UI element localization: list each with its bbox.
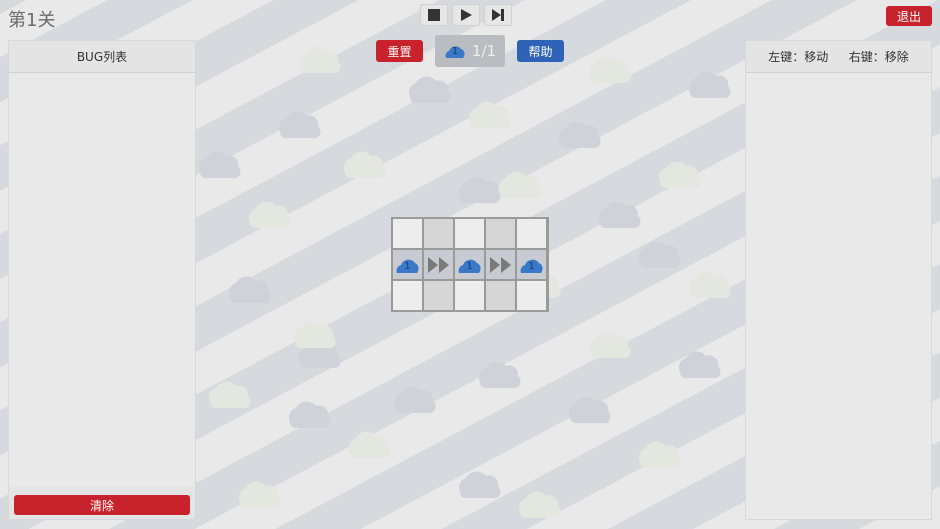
empty-tile[interactable] xyxy=(423,280,454,311)
conveyor-tile[interactable] xyxy=(485,249,516,280)
playback-controls xyxy=(420,4,512,26)
bug-list-title: BUG列表 xyxy=(9,41,195,73)
empty-tile[interactable] xyxy=(516,218,547,249)
control-hints: 左键：移动 右键：移除 xyxy=(746,41,931,73)
empty-tile[interactable] xyxy=(485,218,516,249)
clear-button[interactable]: 清除 xyxy=(14,495,190,515)
step-button[interactable] xyxy=(484,4,512,26)
reset-button[interactable]: 重置 xyxy=(376,40,423,62)
toolbox-panel: 左键：移动 右键：移除 xyxy=(745,40,932,520)
empty-tile[interactable] xyxy=(423,218,454,249)
toolbox-area[interactable] xyxy=(746,73,931,519)
cloud-tile[interactable]: 1 xyxy=(516,249,547,280)
double-arrow-icon xyxy=(489,256,511,273)
step-forward-icon xyxy=(492,9,504,21)
stop-button[interactable] xyxy=(420,4,448,26)
stop-icon xyxy=(428,9,440,21)
level-title: 第1关 xyxy=(8,10,56,31)
cloud-tile[interactable]: 1 xyxy=(454,249,485,280)
cloud-number: 1 xyxy=(404,260,411,272)
empty-tile[interactable] xyxy=(454,218,485,249)
cloud-number: 1 xyxy=(466,260,473,272)
counter-text: 1/1 xyxy=(471,42,497,60)
empty-tile[interactable] xyxy=(516,280,547,311)
exit-button[interactable]: 退出 xyxy=(886,6,932,26)
cloud-icon: 1 xyxy=(444,41,466,61)
right-click-hint: 右键：移除 xyxy=(848,50,909,64)
conveyor-tile[interactable] xyxy=(423,249,454,280)
play-button[interactable] xyxy=(452,4,480,26)
cloud-number: 1 xyxy=(528,260,535,272)
empty-tile[interactable] xyxy=(485,280,516,311)
game-board: 1 1 1 xyxy=(391,217,549,312)
cloud-tile[interactable]: 1 xyxy=(392,249,423,280)
play-icon xyxy=(461,9,472,21)
double-arrow-icon xyxy=(427,256,449,273)
cloud-icon-number: 1 xyxy=(451,46,459,57)
bug-list-panel: BUG列表 清除 xyxy=(8,40,196,520)
left-click-hint: 左键：移动 xyxy=(768,50,829,64)
empty-tile[interactable] xyxy=(392,280,423,311)
bug-list-area[interactable] xyxy=(9,73,195,487)
empty-tile[interactable] xyxy=(454,280,485,311)
help-button[interactable]: 帮助 xyxy=(517,40,564,62)
empty-tile[interactable] xyxy=(392,218,423,249)
cloud-counter: 1 1/1 xyxy=(435,35,505,67)
